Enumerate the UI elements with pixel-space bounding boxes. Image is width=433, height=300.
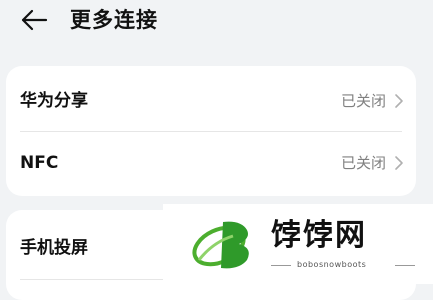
- chevron-right-icon: [395, 156, 403, 170]
- brand-logo-icon: [192, 221, 249, 269]
- top-bar: 更多连接: [0, 0, 433, 42]
- nfc-row[interactable]: NFC 已关闭: [6, 132, 416, 196]
- page-title: 更多连接: [70, 8, 158, 32]
- watermark: 饽饽网 bobosnowboots: [163, 204, 433, 284]
- brand-name: 饽饽网: [271, 218, 367, 253]
- huawei-share-row[interactable]: 华为分享 已关闭: [6, 66, 416, 130]
- chevron-right-icon: [395, 94, 403, 108]
- nfc-status: 已关闭: [340, 154, 386, 172]
- huawei-share-status: 已关闭: [340, 92, 386, 110]
- back-arrow-icon: [21, 9, 48, 31]
- brand-subtitle: bobosnowboots: [297, 260, 367, 269]
- nfc-label: NFC: [20, 153, 59, 173]
- settings-card-sharing: 华为分享 已关闭 NFC 已关闭: [6, 66, 416, 196]
- decor-line: [395, 265, 415, 266]
- huawei-share-label: 华为分享: [20, 91, 88, 111]
- back-button[interactable]: [18, 6, 50, 34]
- decor-line: [271, 265, 291, 266]
- screen-projection-label: 手机投屏: [20, 238, 88, 258]
